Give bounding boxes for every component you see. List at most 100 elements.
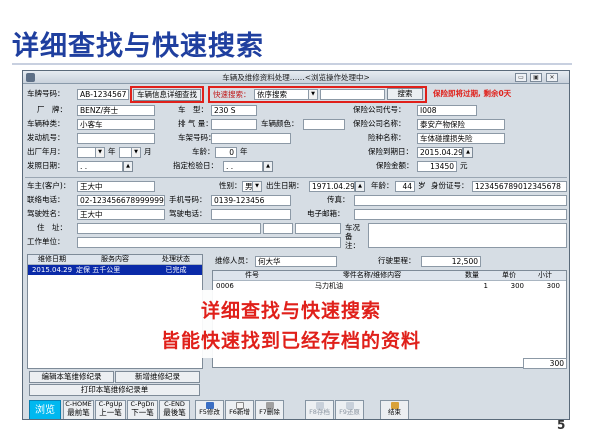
id-label: 身份证号：	[431, 181, 469, 190]
history-header-content: 服务内容	[101, 255, 129, 263]
chevron-down-icon[interactable]: ▼	[252, 182, 261, 191]
insurance-code-field[interactable]: I008	[417, 105, 477, 116]
phone-field[interactable]: 02-123456678999999	[77, 195, 165, 206]
owner-name-label: 车主(客户)：	[27, 181, 71, 190]
mobile-field[interactable]: 0139-123456	[211, 195, 291, 206]
vehicle-type-field[interactable]: 小客车	[77, 119, 155, 130]
year-unit: 年	[108, 147, 116, 156]
model-field[interactable]: 230 S	[211, 105, 257, 116]
date-spin-icon[interactable]: ▲	[355, 181, 365, 192]
f9-restore-button[interactable]: F9还原	[335, 400, 364, 419]
chevron-down-icon[interactable]: ▼	[131, 148, 140, 157]
insurance-type-label: 险种名称：	[368, 133, 406, 142]
exit-button[interactable]: 结束	[380, 400, 409, 419]
quick-search-mode-value: 依序搜索	[257, 90, 287, 99]
address-field[interactable]	[77, 223, 261, 234]
id-field[interactable]: 123456789012345678	[472, 181, 567, 192]
f8-save-label: F8存档	[309, 408, 330, 416]
chevron-down-icon[interactable]: ▼	[95, 148, 104, 157]
date-spin-icon[interactable]: ▲	[123, 161, 133, 172]
insurance-company-field[interactable]: 泰安产物保险	[417, 119, 505, 130]
history-cell-status: 已完成	[165, 266, 187, 274]
edit-record-button[interactable]: 编辑本笔维修纪录	[29, 371, 114, 383]
f9-restore-label: F9还原	[339, 408, 360, 416]
history-header: 维修日期 服务内容 处理状态	[28, 255, 202, 265]
print-record-button[interactable]: 打印本笔维修纪录单	[29, 384, 200, 396]
f8-save-button[interactable]: F8存档	[305, 400, 334, 419]
service-person-field[interactable]: 何大华	[255, 256, 337, 267]
vehicle-type-label: 车辆种类：	[27, 119, 65, 128]
manufacture-label: 出厂年月：	[27, 147, 65, 156]
brand-field[interactable]: BENZ/奔士	[77, 105, 155, 116]
quick-search-mode-select[interactable]: 依序搜索 ▼	[254, 89, 318, 100]
engine-field[interactable]	[77, 133, 155, 144]
gender-field[interactable]: 男 ▼	[242, 181, 262, 192]
f7-delete-button[interactable]: F7删除	[255, 400, 284, 419]
history-cell-date: 2015.04.29	[31, 266, 73, 274]
email-field[interactable]	[354, 209, 567, 220]
birth-field[interactable]: 1971.04.29	[309, 181, 355, 192]
model-label: 车 型：	[178, 105, 208, 114]
vehicle-note-field[interactable]	[368, 223, 567, 248]
owner-age-label: 年龄：	[371, 181, 394, 190]
manufacture-month-field[interactable]: ▼	[119, 147, 141, 158]
close-icon[interactable]: ✕	[546, 73, 558, 82]
address-extra-field-2[interactable]	[295, 223, 341, 234]
service-header-subtotal: 小计	[538, 271, 552, 279]
driver-phone-field[interactable]	[211, 209, 291, 220]
date-spin-icon[interactable]: ▲	[263, 161, 273, 172]
f7-delete-label: F7删除	[259, 408, 280, 416]
frame-field[interactable]	[211, 133, 291, 144]
displacement-field[interactable]	[211, 119, 257, 130]
detail-search-button[interactable]: 车辆信息详细查找	[133, 89, 201, 101]
search-button[interactable]: 搜索	[387, 88, 423, 100]
owner-age-field[interactable]: 44	[395, 181, 415, 192]
mileage-field[interactable]: 12,500	[421, 256, 481, 267]
insurance-warning: 保险即将过期, 剩余0天	[433, 89, 512, 98]
service-header-part-no: 件号	[245, 271, 259, 279]
chevron-down-icon[interactable]: ▼	[308, 90, 317, 99]
plate-field[interactable]: AB-1234567	[77, 89, 129, 100]
driver-name-field[interactable]: 王大中	[77, 209, 165, 220]
next-record-button[interactable]: C-PgDn 下一笔	[127, 400, 158, 419]
cert-date-label: 发照日期：	[27, 161, 65, 170]
service-header: 件号 零件名称/维修内容 数量 单价 小计	[213, 271, 566, 281]
vehicle-age-field[interactable]: 0	[215, 147, 237, 158]
service-header-qty: 数量	[465, 271, 479, 279]
maximize-icon[interactable]: ▣	[530, 73, 542, 82]
window-title: 车辆及维修资料处理……<浏览操作处理中>	[222, 73, 370, 82]
color-field[interactable]	[303, 119, 345, 130]
next-inspect-field[interactable]: . .	[223, 161, 263, 172]
table-row[interactable]: 2015.04.29 定保 五千公里 已完成	[28, 265, 202, 275]
work-field[interactable]	[77, 237, 341, 248]
vehicle-age-label: 车龄：	[192, 147, 215, 156]
insurance-amount-field[interactable]: 13450	[417, 161, 457, 172]
prev-record-button[interactable]: C-PgUp 上一笔	[95, 400, 126, 419]
f6-new-button[interactable]: F6新增	[225, 400, 254, 419]
manufacture-year-field[interactable]: ▼	[77, 147, 105, 158]
first-record-button[interactable]: C-HOME 最前笔	[63, 400, 94, 419]
owner-name-field[interactable]: 王大中	[77, 181, 155, 192]
minimize-icon[interactable]: ▭	[515, 73, 527, 82]
f5-edit-button[interactable]: F5修改	[195, 400, 224, 419]
cert-date-field[interactable]: . .	[77, 161, 123, 172]
month-unit: 月	[144, 147, 152, 156]
fax-field[interactable]	[354, 195, 567, 206]
callout-line-1: 详细查找与快速搜索	[200, 300, 381, 322]
work-label: 工作单位：	[27, 237, 65, 246]
insurance-expire-field[interactable]: 2015.04.29	[417, 147, 463, 158]
next-record-key: C-PgDn	[130, 400, 155, 408]
new-record-button[interactable]: 新增维修纪录	[115, 371, 200, 383]
date-spin-icon[interactable]: ▲	[463, 147, 473, 158]
engine-label: 发动机号：	[27, 133, 65, 142]
last-record-button[interactable]: C-END 最後笔	[159, 400, 190, 419]
address-extra-field[interactable]	[263, 223, 293, 234]
exit-label: 结束	[388, 408, 401, 416]
vehicle-note-label: 车况备注：	[345, 223, 360, 250]
section-divider	[25, 177, 567, 178]
service-header-price: 单价	[502, 271, 516, 279]
window-titlebar: 车辆及维修资料处理……<浏览操作处理中> ▭ ▣ ✕	[23, 71, 569, 84]
callout-line-2: 皆能快速找到已经存档的资料	[160, 330, 421, 352]
insurance-type-field[interactable]: 车体碰撞损失险	[417, 133, 505, 144]
quick-search-input[interactable]	[320, 89, 385, 100]
